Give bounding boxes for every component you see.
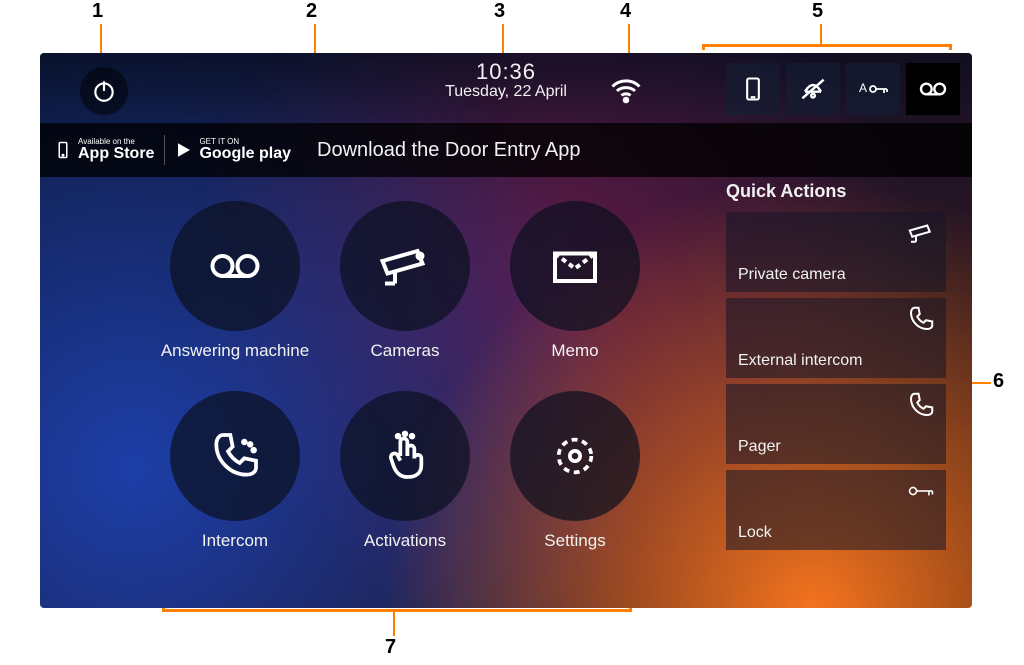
- callout-line: [393, 612, 395, 636]
- bell-off-icon: [796, 73, 830, 105]
- qa-label: Lock: [738, 524, 934, 542]
- banner-text: Download the Door Entry App: [317, 139, 581, 162]
- wifi-icon: [608, 73, 644, 109]
- tile-memo[interactable]: Memo: [500, 201, 650, 381]
- top-bar: 10:36 Tuesday, 22 April A: [40, 53, 972, 123]
- qa-external-intercom[interactable]: External intercom: [726, 298, 946, 378]
- tile-intercom[interactable]: Intercom: [160, 391, 310, 571]
- callout-7: 7: [385, 636, 396, 659]
- callout-1: 1: [92, 0, 103, 23]
- callout-5: 5: [812, 0, 823, 23]
- power-icon: [91, 78, 117, 104]
- quick-actions-title: Quick Actions: [726, 181, 946, 202]
- tile-label: Settings: [544, 531, 605, 551]
- google-play-icon: [175, 140, 193, 160]
- callout-line: [502, 24, 504, 54]
- tile-label: Memo: [551, 341, 598, 361]
- callout-line: [820, 24, 822, 44]
- status-icons-bar: A: [726, 63, 960, 115]
- key-icon: [906, 476, 936, 506]
- app-download-banner[interactable]: Available on the App Store GET IT ON Goo…: [40, 123, 972, 177]
- cctv-camera-icon: [375, 236, 435, 296]
- callout-3: 3: [494, 0, 505, 23]
- qa-private-camera[interactable]: Private camera: [726, 212, 946, 292]
- google-play-badge[interactable]: GET IT ON Google play: [167, 134, 299, 166]
- qa-label: Private camera: [738, 266, 934, 284]
- phone-icon: [207, 428, 263, 484]
- tile-activations[interactable]: Activations: [330, 391, 480, 571]
- qa-pager[interactable]: Pager: [726, 384, 946, 464]
- device-screen: 10:36 Tuesday, 22 April A: [40, 53, 972, 608]
- tile-settings[interactable]: Settings: [500, 391, 650, 571]
- status-auto-open[interactable]: A: [846, 63, 900, 115]
- qa-lock[interactable]: Lock: [726, 470, 946, 550]
- voicemail-icon: [916, 73, 950, 105]
- callout-2: 2: [306, 0, 317, 23]
- qa-label: External intercom: [738, 352, 934, 370]
- phone-icon: [906, 304, 936, 334]
- quick-actions-panel: Quick Actions Private camera External in…: [726, 181, 946, 556]
- envelope-icon: [545, 236, 605, 296]
- callout-bracket: [702, 44, 952, 50]
- tile-label: Activations: [364, 531, 446, 551]
- phone-icon: [906, 390, 936, 420]
- mobile-icon: [739, 73, 767, 105]
- clock: 10:36 Tuesday, 22 April: [445, 59, 567, 101]
- tile-cameras[interactable]: Cameras: [330, 201, 480, 381]
- tile-answering-machine[interactable]: Answering machine: [160, 201, 310, 381]
- tile-label: Intercom: [202, 531, 268, 551]
- status-mobile[interactable]: [726, 63, 780, 115]
- function-tiles: Answering machine Cameras Memo: [160, 201, 660, 571]
- qa-label: Pager: [738, 438, 934, 456]
- app-store-badge[interactable]: Available on the App Store: [46, 134, 162, 166]
- callout-4: 4: [620, 0, 631, 23]
- power-button[interactable]: [80, 67, 128, 115]
- status-voicemail[interactable]: [906, 63, 960, 115]
- store-separator: [164, 135, 165, 165]
- appstore-bottom: App Store: [78, 146, 154, 162]
- callout-6: 6: [993, 370, 1004, 393]
- tile-label: Answering machine: [161, 341, 309, 361]
- clock-date: Tuesday, 22 April: [445, 83, 567, 101]
- tile-label: Cameras: [371, 341, 440, 361]
- clock-time: 10:36: [445, 59, 567, 85]
- auto-key-icon: A: [856, 73, 890, 105]
- cctv-camera-icon: [906, 218, 936, 248]
- voicemail-icon: [205, 236, 265, 296]
- apple-device-icon: [54, 139, 72, 161]
- status-mute[interactable]: [786, 63, 840, 115]
- google-bottom: Google play: [199, 146, 291, 162]
- gear-icon: [547, 428, 603, 484]
- touch-hand-icon: [377, 428, 433, 484]
- svg-text:A: A: [859, 81, 867, 95]
